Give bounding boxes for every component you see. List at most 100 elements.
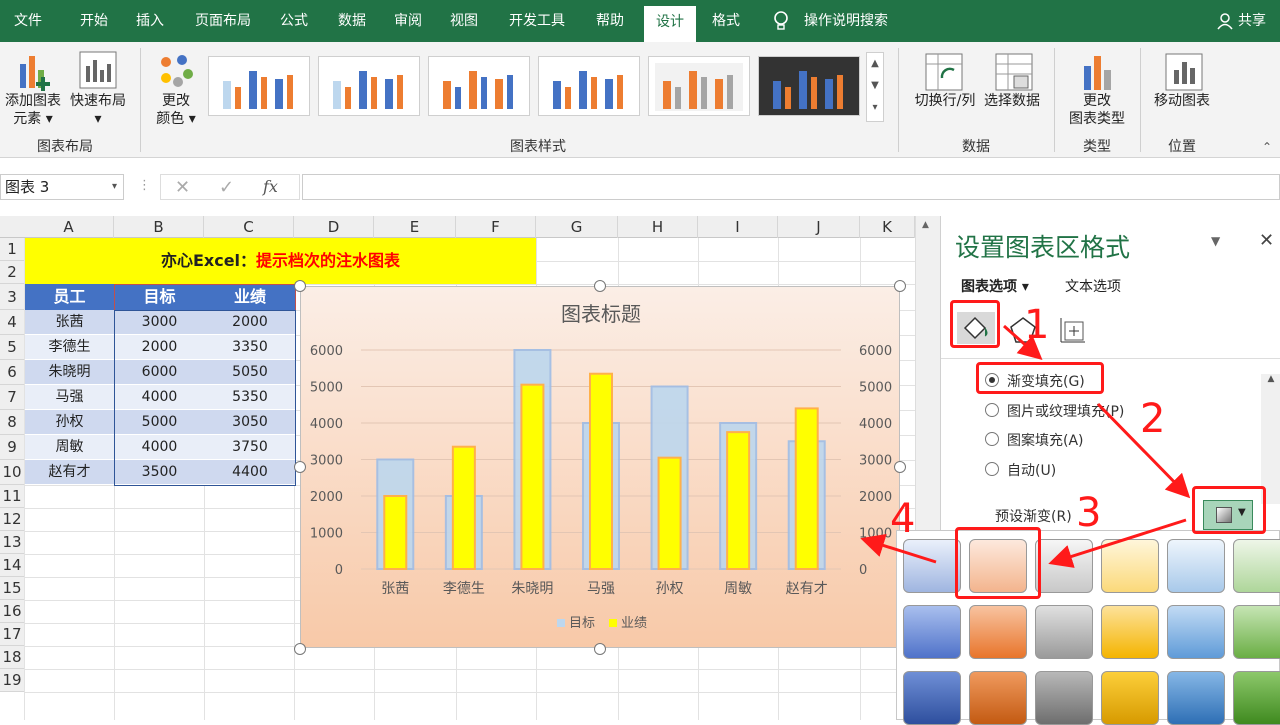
radio-automatic[interactable] bbox=[985, 462, 999, 476]
row-header[interactable]: 16 bbox=[0, 600, 24, 623]
table-cell[interactable]: 李德生 bbox=[25, 335, 114, 360]
column-header[interactable]: C bbox=[204, 216, 294, 238]
row-header[interactable]: 2 bbox=[0, 261, 24, 284]
table-cell[interactable]: 赵有才 bbox=[25, 460, 114, 485]
chart-style-5[interactable] bbox=[648, 56, 750, 116]
tab-file[interactable]: 文件 bbox=[6, 0, 50, 42]
cancel-icon[interactable]: ✕ bbox=[175, 177, 190, 198]
gradient-swatch[interactable] bbox=[1233, 671, 1280, 725]
row-header[interactable]: 12 bbox=[0, 508, 24, 531]
scroll-up-icon[interactable]: ▲ bbox=[922, 220, 929, 230]
column-header[interactable]: A bbox=[24, 216, 114, 238]
row-header[interactable]: 6 bbox=[0, 360, 24, 385]
option-automatic[interactable]: 自动(U) bbox=[1007, 460, 1056, 480]
option-pattern-fill[interactable]: 图案填充(A) bbox=[1007, 430, 1084, 450]
row-header[interactable]: 1 bbox=[0, 238, 24, 261]
add-chart-element-button[interactable]: 添加图表 元素 ▾ bbox=[0, 92, 66, 128]
column-header[interactable]: G bbox=[536, 216, 618, 238]
gradient-swatch[interactable] bbox=[1035, 605, 1093, 659]
sheet-title[interactable]: 亦心Excel：提示档次的注水图表 bbox=[25, 238, 536, 284]
resize-handle[interactable] bbox=[294, 643, 306, 655]
resize-handle[interactable] bbox=[894, 461, 906, 473]
row-header[interactable]: 5 bbox=[0, 335, 24, 360]
tab-chart-options[interactable]: 图表选项 ▾ bbox=[961, 276, 1029, 296]
gradient-swatch[interactable] bbox=[1101, 539, 1159, 593]
resize-handle[interactable] bbox=[294, 461, 306, 473]
column-header[interactable]: H bbox=[618, 216, 698, 238]
column-header[interactable]: B bbox=[114, 216, 204, 238]
table-header-cell[interactable]: 员工 bbox=[25, 284, 114, 310]
tab-page-layout[interactable]: 页面布局 bbox=[186, 0, 260, 42]
row-header[interactable]: 8 bbox=[0, 410, 24, 435]
chart-area[interactable]: 图表标题 0 0 1000 1000 2000 2000 3000 3000 4000 4000 50… bbox=[300, 286, 900, 648]
row-header[interactable]: 4 bbox=[0, 310, 24, 335]
tab-formulas[interactable]: 公式 bbox=[272, 0, 316, 42]
resize-handle[interactable] bbox=[594, 643, 606, 655]
chart-style-1[interactable] bbox=[208, 56, 310, 116]
styles-scroll[interactable]: ▲ ▼ ▾ bbox=[866, 52, 884, 122]
tab-developer[interactable]: 开发工具 bbox=[498, 0, 576, 42]
gradient-swatch[interactable] bbox=[1101, 605, 1159, 659]
row-header[interactable]: 11 bbox=[0, 485, 24, 508]
name-box[interactable]: 图表 3 ▾ bbox=[0, 174, 124, 200]
column-header[interactable]: I bbox=[698, 216, 778, 238]
gradient-swatch[interactable] bbox=[1233, 605, 1280, 659]
chart-style-6[interactable] bbox=[758, 56, 860, 116]
table-cell[interactable]: 马强 bbox=[25, 385, 114, 410]
gradient-swatch[interactable] bbox=[1167, 539, 1225, 593]
formula-input[interactable] bbox=[302, 174, 1280, 200]
size-properties-icon[interactable] bbox=[1059, 316, 1087, 348]
gradient-swatch[interactable] bbox=[903, 539, 961, 593]
row-header[interactable]: 13 bbox=[0, 531, 24, 554]
gradient-swatch[interactable] bbox=[903, 671, 961, 725]
close-icon[interactable]: ✕ bbox=[1259, 230, 1274, 251]
radio-picture-fill[interactable] bbox=[985, 403, 999, 417]
tab-view[interactable]: 视图 bbox=[442, 0, 486, 42]
table-cell[interactable]: 朱晓明 bbox=[25, 360, 114, 385]
column-header[interactable]: D bbox=[294, 216, 374, 238]
resize-handle[interactable] bbox=[894, 280, 906, 292]
move-chart-button[interactable]: 移动图表 bbox=[1146, 92, 1218, 110]
share-button[interactable]: 共享 bbox=[1238, 0, 1266, 42]
select-data-button[interactable]: 选择数据 bbox=[980, 92, 1044, 110]
tell-me-search[interactable]: 操作说明搜索 bbox=[804, 0, 888, 42]
resize-handle[interactable] bbox=[294, 280, 306, 292]
gradient-swatch[interactable] bbox=[1101, 671, 1159, 725]
pane-scrollbar[interactable]: ▲ bbox=[1261, 374, 1280, 504]
option-picture-fill[interactable]: 图片或纹理填充(P) bbox=[1007, 401, 1124, 421]
collapse-ribbon-icon[interactable]: ⌃ bbox=[1262, 140, 1272, 154]
gradient-swatch[interactable] bbox=[903, 605, 961, 659]
radio-pattern-fill[interactable] bbox=[985, 432, 999, 446]
enter-icon[interactable]: ✓ bbox=[219, 177, 234, 198]
column-header[interactable]: J bbox=[778, 216, 860, 238]
gradient-swatch[interactable] bbox=[969, 671, 1027, 725]
row-header[interactable]: 7 bbox=[0, 385, 24, 410]
switch-row-column-button[interactable]: 切换行/列 bbox=[906, 92, 984, 110]
quick-layout-button[interactable]: 快速布局 ▾ bbox=[66, 92, 130, 128]
pane-scroll-up-icon[interactable]: ▲ bbox=[1261, 374, 1280, 384]
tab-format[interactable]: 格式 bbox=[700, 0, 752, 42]
tab-text-options[interactable]: 文本选项 bbox=[1065, 276, 1121, 296]
table-cell[interactable]: 周敏 bbox=[25, 435, 114, 460]
row-header[interactable]: 14 bbox=[0, 554, 24, 577]
tab-insert[interactable]: 插入 bbox=[128, 0, 172, 42]
gradient-swatch[interactable] bbox=[969, 605, 1027, 659]
change-chart-type-button[interactable]: 更改 图表类型 bbox=[1062, 92, 1132, 128]
column-header[interactable]: E bbox=[374, 216, 456, 238]
gradient-swatch[interactable] bbox=[1035, 671, 1093, 725]
tab-help[interactable]: 帮助 bbox=[588, 0, 632, 42]
change-colors-button[interactable]: 更改 颜色 ▾ bbox=[146, 92, 206, 128]
gradient-swatch[interactable] bbox=[1233, 539, 1280, 593]
row-header[interactable]: 17 bbox=[0, 623, 24, 646]
chart-style-2[interactable] bbox=[318, 56, 420, 116]
column-header[interactable]: F bbox=[456, 216, 536, 238]
tab-design[interactable]: 设计 bbox=[644, 6, 696, 42]
resize-handle[interactable] bbox=[594, 280, 606, 292]
row-header[interactable]: 10 bbox=[0, 460, 24, 485]
row-header[interactable]: 9 bbox=[0, 435, 24, 460]
row-header[interactable]: 18 bbox=[0, 646, 24, 669]
row-header[interactable]: 19 bbox=[0, 669, 24, 692]
gradient-swatch[interactable] bbox=[1167, 671, 1225, 725]
tab-home[interactable]: 开始 bbox=[70, 0, 118, 42]
chart-style-4[interactable] bbox=[538, 56, 640, 116]
